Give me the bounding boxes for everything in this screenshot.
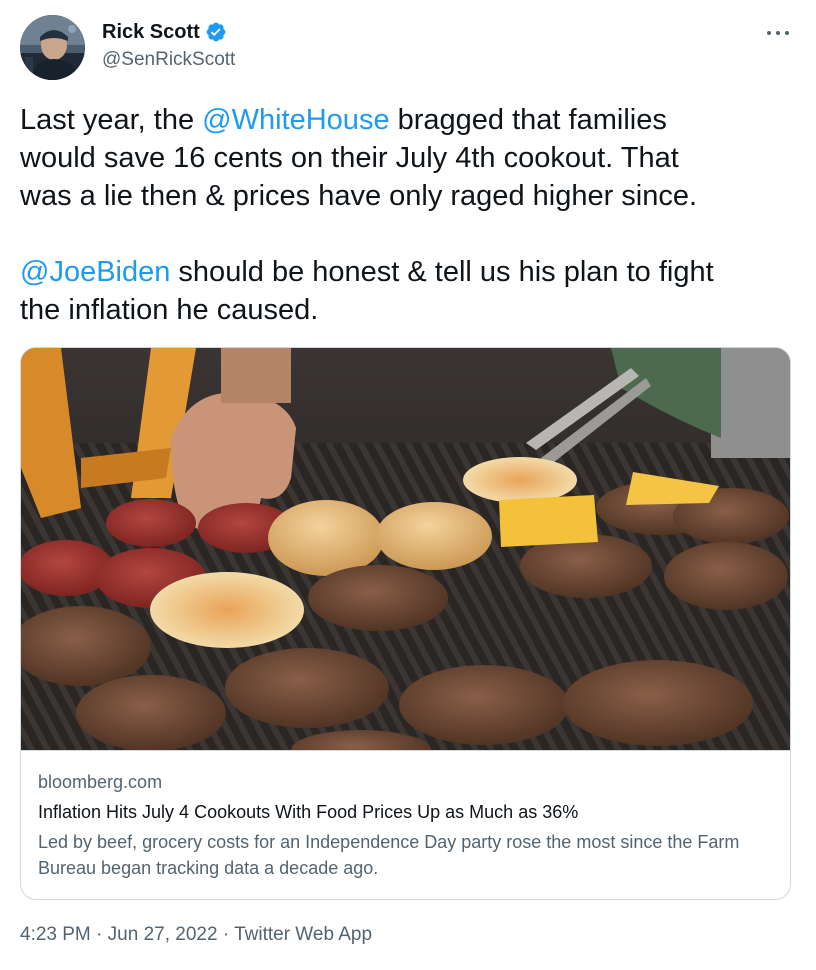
tweet-time-link[interactable]: 4:23 PM [20, 924, 91, 945]
profile-photo [20, 15, 85, 80]
tweet-timestamp: 4:23 PM · Jun 27, 2022 · Twitter Web App [20, 922, 372, 948]
mention-whitehouse-link[interactable]: @WhiteHouse [202, 104, 389, 136]
tweet-text-segment: Last year, the [20, 104, 203, 136]
tweet-text-segment: should be honest & tell us his plan to f… [170, 256, 714, 288]
tweet-text: Last year, the @WhiteHouse bragged that … [20, 101, 795, 329]
tweet: Rick Scott @SenRickScott Last year, the … [0, 0, 816, 970]
tweet-text-segment: bragged that families [389, 104, 667, 136]
tweet-line: @JoeBiden should be honest & tell us his… [20, 253, 795, 291]
mention-joebiden-link[interactable]: @JoeBiden [20, 256, 170, 288]
avatar[interactable] [20, 15, 85, 80]
burgers-on-grill-photo [21, 348, 790, 750]
tweet-source-link[interactable]: Twitter Web App [234, 924, 372, 945]
tweet-line: the inflation he caused. [20, 294, 319, 326]
author-name-row[interactable]: Rick Scott [102, 20, 227, 44]
author-name[interactable]: Rick Scott [102, 20, 200, 44]
more-options-icon[interactable] [764, 22, 792, 44]
separator: · [90, 924, 108, 945]
link-card[interactable]: bloomberg.com Inflation Hits July 4 Cook… [20, 347, 791, 900]
link-card-meta: bloomberg.com Inflation Hits July 4 Cook… [21, 750, 790, 899]
separator: · [217, 924, 235, 945]
author-handle[interactable]: @SenRickScott [102, 49, 235, 71]
card-description: Led by beef, grocery costs for an Indepe… [38, 832, 740, 878]
tweet-date-link[interactable]: Jun 27, 2022 [108, 924, 218, 945]
card-domain: bloomberg.com [38, 772, 163, 792]
tweet-line: Last year, the @WhiteHouse bragged that … [20, 101, 795, 139]
card-title: Inflation Hits July 4 Cookouts With Food… [38, 802, 579, 822]
tweet-line: would save 16 cents on their July 4th co… [20, 142, 679, 174]
tweet-line: was a lie then & prices have only raged … [20, 180, 698, 212]
verified-badge-icon [205, 21, 227, 43]
